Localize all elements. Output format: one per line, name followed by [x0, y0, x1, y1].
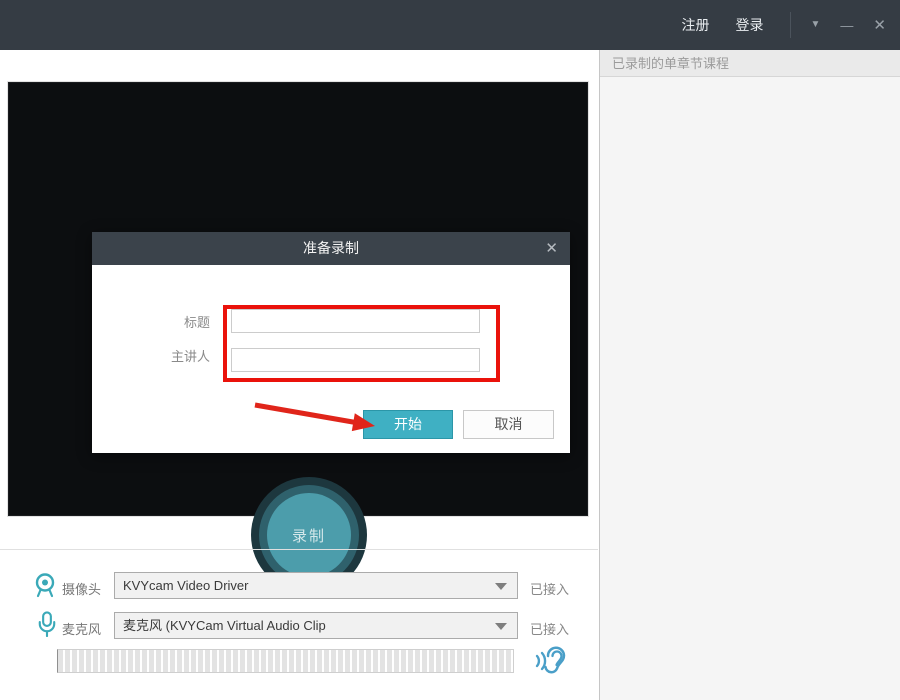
titlebar-divider — [790, 12, 791, 38]
title-field-label: 标题 — [150, 312, 210, 331]
microphone-select-value: 麦克风 (KVYCam Virtual Audio Clip — [123, 618, 326, 633]
microphone-dropdown-icon — [495, 623, 507, 630]
microphone-status: 已接入 — [530, 619, 569, 638]
cancel-button[interactable]: 取消 — [463, 410, 554, 439]
minimize-icon[interactable]: — — [840, 19, 853, 32]
dialog-close-icon[interactable]: ✕ — [545, 232, 558, 265]
register-button[interactable]: 注册 — [682, 15, 710, 35]
presenter-input[interactable] — [231, 348, 480, 372]
dialog-titlebar: 准备录制 ✕ — [92, 232, 570, 265]
microphone-icon — [35, 611, 59, 637]
record-button-label: 录制 — [292, 525, 326, 546]
start-button[interactable]: 开始 — [363, 410, 453, 439]
dialog-title: 准备录制 — [303, 240, 359, 256]
devices-separator — [0, 549, 598, 550]
camera-dropdown-icon — [495, 583, 507, 590]
close-icon[interactable]: ✕ — [873, 18, 886, 33]
audio-level-meter — [57, 649, 514, 673]
camera-status: 已接入 — [530, 579, 569, 598]
camera-select[interactable]: KVYcam Video Driver — [114, 572, 518, 599]
prepare-record-dialog: 准备录制 ✕ 标题 主讲人 开始 取消 — [92, 232, 570, 453]
microphone-select[interactable]: 麦克风 (KVYCam Virtual Audio Clip — [114, 612, 518, 639]
listen-ear-icon[interactable] — [530, 644, 566, 678]
recorded-courses-panel: 已录制的单章节课程 — [599, 50, 900, 700]
camera-label: 摄像头 — [62, 579, 101, 598]
presenter-field-label: 主讲人 — [150, 346, 210, 365]
menu-dropdown-icon[interactable]: ▼ — [811, 20, 821, 30]
app-window: 注册 登录 ▼ — ✕ 已录制的单章节课程 录制 摄像头 KVYcam Vide… — [0, 0, 900, 700]
webcam-icon — [33, 572, 57, 598]
login-button[interactable]: 登录 — [736, 15, 764, 35]
microphone-label: 麦克风 — [62, 619, 101, 638]
camera-select-value: KVYcam Video Driver — [123, 578, 248, 593]
recorded-courses-header: 已录制的单章节课程 — [600, 50, 900, 77]
title-input[interactable] — [231, 309, 480, 333]
titlebar: 注册 登录 ▼ — ✕ — [0, 0, 900, 50]
record-button-face: 录制 — [267, 493, 351, 577]
